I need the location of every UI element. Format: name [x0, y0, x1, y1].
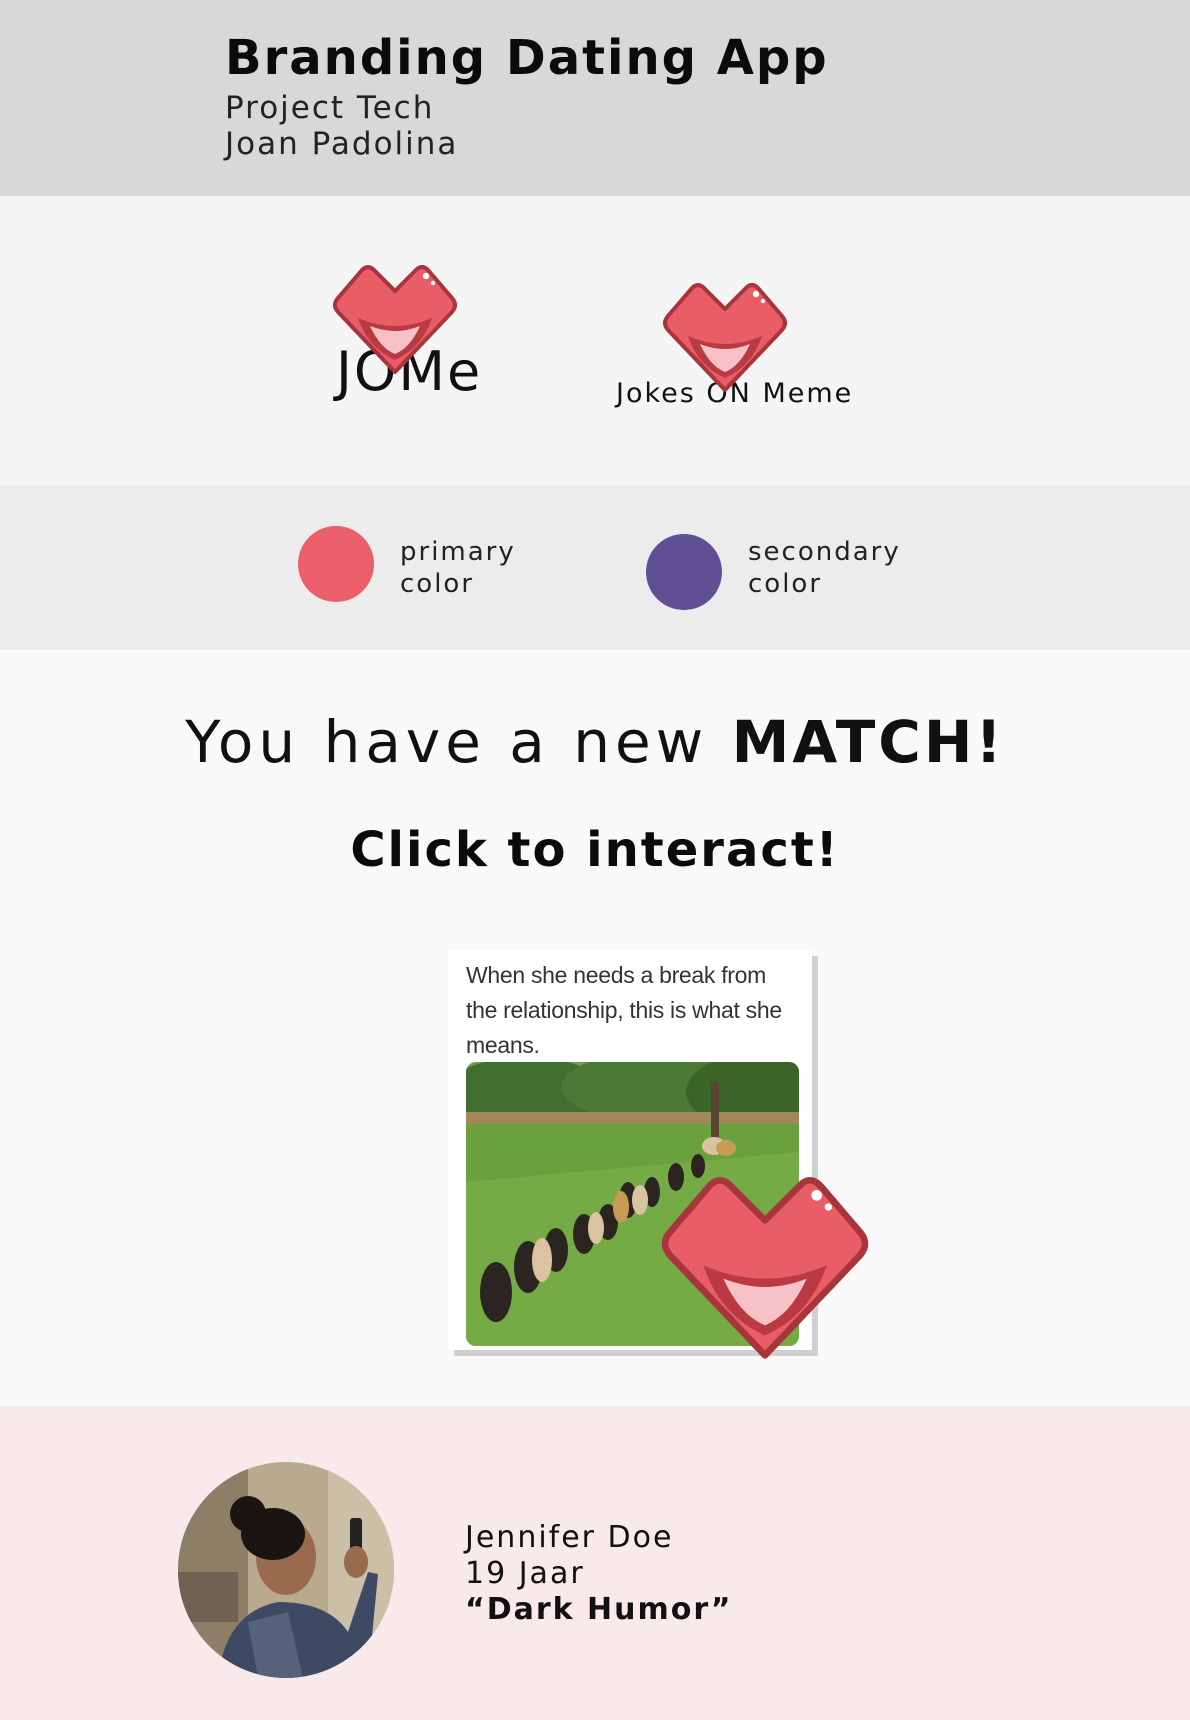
secondary-color-label-line1: secondary [748, 537, 901, 567]
match-heading-prefix: You have a new [185, 708, 732, 776]
header-section: Branding Dating App Project Tech Joan Pa… [0, 0, 1190, 196]
secondary-color-swatch [646, 534, 722, 610]
primary-color-label-line2: color [400, 569, 475, 599]
match-profile-section: Jennifer Doe 19 Jaar “Dark Humor” [0, 1406, 1190, 1720]
heart-lips-icon [660, 274, 790, 394]
profile-age: 19 Jaar [465, 1556, 585, 1591]
match-heading-emphasis: MATCH! [731, 708, 1005, 776]
secondary-color-label-line2: color [748, 569, 823, 599]
project-subtitle: Project Tech [225, 90, 435, 126]
primary-color-label-line1: primary [400, 537, 516, 567]
color-palette-section: primary color secondary color [0, 486, 1190, 650]
meme-caption: When she needs a break from the relation… [466, 962, 782, 1058]
profile-name: Jennifer Doe [465, 1520, 674, 1555]
primary-color-label: primary color [400, 536, 516, 600]
primary-color-swatch [298, 526, 374, 602]
heart-lips-icon[interactable] [655, 1162, 875, 1362]
heart-lips-icon [330, 256, 460, 376]
match-heading: You have a new MATCH! [0, 708, 1190, 776]
avatar[interactable] [178, 1462, 394, 1678]
profile-details: Jennifer Doe 19 Jaar “Dark Humor” [465, 1520, 732, 1628]
click-to-interact-label: Click to interact! [350, 822, 840, 878]
match-section: You have a new MATCH! Click to interact!… [0, 650, 1190, 1406]
logo-section: JOMe Jokes ON Meme [0, 196, 1190, 486]
profile-humor: “Dark Humor” [465, 1592, 733, 1627]
secondary-color-label: secondary color [748, 536, 901, 600]
page-title: Branding Dating App [225, 30, 829, 86]
author-name: Joan Padolina [225, 126, 459, 162]
logo-jome: JOMe [320, 256, 500, 406]
logo-jokes-on-meme: Jokes ON Meme [610, 274, 870, 424]
